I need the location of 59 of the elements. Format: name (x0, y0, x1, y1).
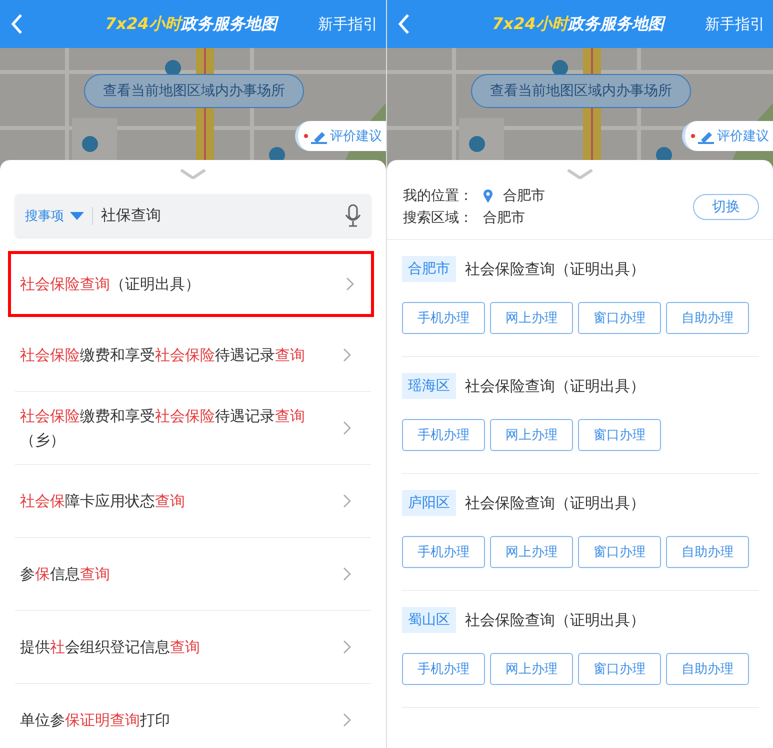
app-title: 7x24小时政务服务地图 (491, 14, 667, 34)
back-icon[interactable] (397, 13, 411, 35)
chevron-right-icon (343, 713, 351, 727)
region-tag: 合肥市 (402, 256, 456, 282)
location-label: 我的位置： (403, 187, 473, 205)
result-item[interactable]: 参保信息查询 (15, 538, 371, 611)
chevron-right-icon (343, 640, 351, 654)
caret-icon (70, 212, 84, 220)
chevron-right-icon (343, 421, 351, 435)
microphone-icon[interactable] (345, 204, 361, 228)
result-item[interactable]: 社会保障卡应用状态查询 (15, 465, 371, 538)
channel-button[interactable]: 手机办理 (402, 302, 485, 334)
region-tag: 蜀山区 (402, 607, 456, 633)
guide-link[interactable]: 新手指引 (705, 14, 765, 34)
channel-button[interactable]: 网上办理 (490, 653, 573, 685)
view-offices-button[interactable]: 查看当前地图区域内办事场所 (84, 74, 304, 108)
channel-button[interactable]: 自助办理 (666, 653, 749, 685)
scope-dropdown[interactable]: 搜事项 (25, 206, 93, 224)
area-value: 合肥市 (483, 209, 525, 227)
service-title: 社会保险查询（证明出具） (465, 260, 645, 278)
search-field[interactable]: 搜事项 社保查询 (15, 194, 371, 237)
dot-icon (304, 134, 308, 138)
switch-button[interactable]: 切换 (693, 194, 759, 220)
service-title: 社会保险查询（证明出具） (465, 376, 645, 396)
service-title: 社会保险查询（证明出具） (465, 494, 645, 512)
chevron-right-icon (343, 348, 351, 362)
dot-icon (691, 134, 695, 138)
guide-link[interactable]: 新手指引 (318, 14, 378, 34)
feedback-button[interactable]: 评价建议 (682, 121, 773, 151)
channel-button[interactable]: 手机办理 (402, 536, 485, 568)
back-icon[interactable] (10, 13, 24, 35)
feedback-button[interactable]: 评价建议 (295, 121, 386, 151)
location-value: 合肥市 (503, 187, 545, 205)
service-title: 社会保险查询（证明出具） (465, 610, 645, 630)
channel-button[interactable]: 自助办理 (666, 302, 749, 334)
channel-button[interactable]: 自助办理 (666, 536, 749, 568)
view-offices-button[interactable]: 查看当前地图区域内办事场所 (471, 74, 691, 108)
result-item[interactable]: 社会保险查询（证明出具） (8, 251, 374, 317)
location-pin-icon (483, 189, 493, 203)
chevron-right-icon (346, 277, 354, 291)
chevron-right-icon (343, 494, 351, 508)
channel-button[interactable]: 窗口办理 (578, 419, 661, 451)
channel-button[interactable]: 窗口办理 (578, 302, 661, 334)
result-item[interactable]: 社会保险缴费和享受社会保险待遇记录查询 (15, 319, 371, 392)
result-item[interactable]: 单位参保证明查询打印 (15, 684, 371, 748)
channel-button[interactable]: 网上办理 (490, 419, 573, 451)
channel-button[interactable]: 手机办理 (402, 419, 485, 451)
channel-button[interactable]: 网上办理 (490, 536, 573, 568)
result-item[interactable]: 社会保险缴费和享受社会保险待遇记录查询（乡） (15, 392, 371, 465)
channel-button[interactable]: 手机办理 (402, 653, 485, 685)
channel-button[interactable]: 窗口办理 (578, 653, 661, 685)
chevron-right-icon (343, 567, 351, 581)
channel-button[interactable]: 窗口办理 (578, 536, 661, 568)
result-item[interactable]: 提供社会组织登记信息查询 (15, 611, 371, 684)
region-tag: 瑶海区 (402, 373, 456, 399)
channel-button[interactable]: 网上办理 (490, 302, 573, 334)
region-tag: 庐阳区 (402, 490, 456, 516)
area-label: 搜索区域： (403, 209, 473, 227)
app-title: 7x24小时政务服务地图 (104, 14, 280, 34)
